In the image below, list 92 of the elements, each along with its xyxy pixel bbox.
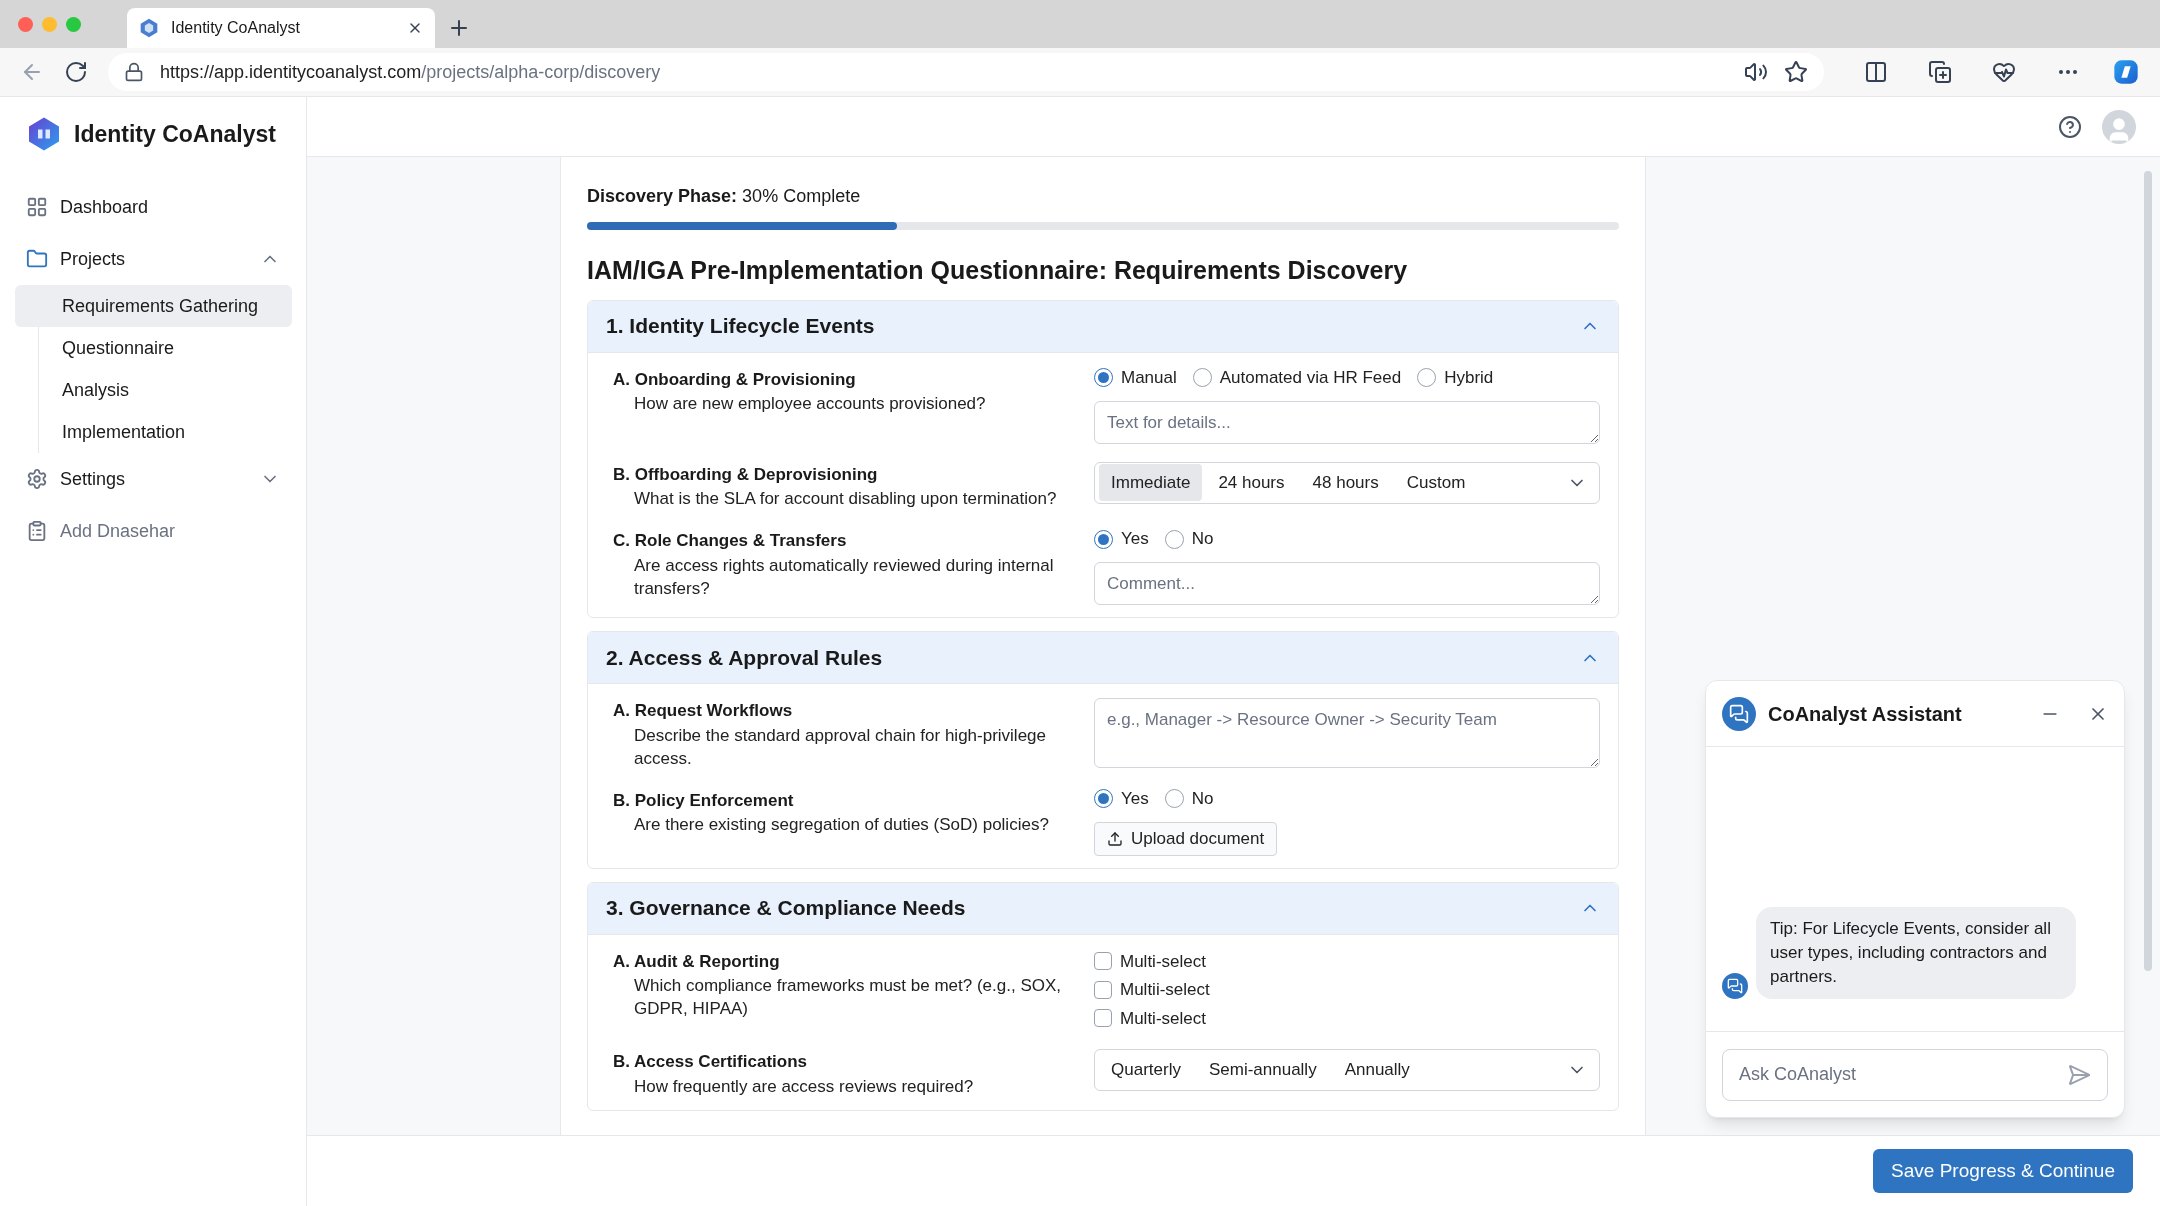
assistant-avatar-icon (1722, 973, 1748, 999)
question-description: How are new employee accounts provisioned? (633, 393, 987, 415)
url-field[interactable]: https://app.identitycoanalyst.com/projects/alpha-corp/discovery (108, 53, 1824, 91)
question-description: What is the SLA for account disabling upon termination? (633, 488, 1058, 510)
sidebar-subitem[interactable]: Analysis (15, 369, 292, 411)
question-label: A. Onboarding & Provisioning (613, 368, 857, 391)
radio-button[interactable] (1192, 368, 1212, 387)
select-field[interactable]: Quarterly Semi-annually Annually (1094, 1049, 1600, 1091)
checkbox-label: Multi-select (1120, 950, 1206, 973)
hexagon-logo-icon (26, 116, 62, 152)
clipboard-icon (26, 520, 48, 542)
radio-label: No (1191, 787, 1214, 810)
chat-title: CoAnalyst Assistant (1768, 701, 1963, 727)
checkbox-label: Multi-select (1120, 1007, 1206, 1030)
help-icon[interactable] (2058, 114, 2082, 139)
checkbox[interactable] (1094, 1009, 1112, 1028)
checkbox-label: Multii-select (1120, 979, 1210, 1001)
chat-input[interactable]: Ask CoAnalyst (1722, 1048, 2108, 1101)
reload-icon[interactable] (64, 60, 88, 84)
scrollbar[interactable] (2144, 171, 2152, 971)
radio-button[interactable] (1094, 789, 1113, 808)
select-option[interactable]: Immediate (1099, 463, 1203, 502)
section-header[interactable]: 2. Access & Approval Rules (588, 632, 1618, 684)
question-label: B. Policy Enforcement (613, 789, 795, 812)
text-area[interactable]: Text for details... (1094, 400, 1600, 444)
sidebar-item[interactable]: Projects (14, 233, 292, 285)
sidebar-item[interactable]: Settings (14, 453, 292, 505)
radio-button[interactable] (1094, 529, 1113, 549)
split-view-icon[interactable] (1864, 60, 1888, 84)
star-icon[interactable] (1784, 60, 1808, 84)
section-title: 3. Governance & Compliance Needs (606, 895, 966, 922)
gear-icon (26, 468, 48, 490)
collections-icon[interactable] (1928, 60, 1952, 84)
folder-icon (26, 248, 48, 270)
select-field[interactable]: Immediate 24 hours 48 hours Custom (1094, 461, 1600, 504)
sidebar-subitem[interactable]: Requirements Gathering (15, 285, 292, 327)
text-area[interactable]: e.g., Manager -> Resource Owner -> Security Team (1094, 698, 1600, 768)
question-label: B. Offboarding & Deprovisioning (613, 463, 879, 486)
sidebar-item[interactable]: Dashboard (14, 181, 292, 233)
upload-icon (1107, 830, 1123, 847)
copilot-icon[interactable] (2112, 58, 2140, 86)
radio-label: Manual (1121, 366, 1177, 389)
section-header[interactable]: 1. Identity Lifecycle Events (588, 300, 1618, 353)
chat-input-text[interactable]: Ask CoAnalyst (1739, 1061, 2067, 1088)
hexagon-logo-icon (139, 18, 159, 38)
page-title: IAM/IGA Pre-Implementation Questionnaire: Requirements Discovery (587, 255, 1409, 286)
lock-icon (124, 62, 144, 82)
select-option[interactable]: Annually (1332, 1051, 1422, 1089)
section-title: 2. Access & Approval Rules (606, 644, 883, 671)
question-description: Describe the standard approval chain for high-privilege access. (633, 724, 1047, 770)
section-title: 1. Identity Lifecycle Events (606, 313, 875, 340)
radio-label: Yes (1121, 787, 1149, 810)
chat-bubble-icon (1722, 696, 1756, 731)
radio-label: No (1191, 528, 1214, 551)
browser-tab[interactable]: Identity CoAnalyst (127, 8, 435, 48)
progress-label: Discovery Phase: 30% Complete (587, 186, 861, 206)
question-label: B. Access Certifications (613, 1051, 808, 1073)
radio-label: Hybrid (1444, 366, 1494, 389)
radio-label: Automated via HR Feed (1219, 366, 1402, 389)
section-header[interactable]: 3. Governance & Compliance Needs (588, 882, 1618, 935)
radio-label: Yes (1121, 528, 1149, 551)
question-description: Are access rights automatically reviewed during internal transfers? (633, 554, 1055, 600)
save-button[interactable]: Save Progress & Continue (1873, 1149, 2133, 1193)
chat-message: Tip: For Lifecycle Events, consider all user types, including contractors and partners. (1756, 907, 2076, 999)
select-option[interactable]: Semi-annually (1196, 1051, 1329, 1089)
select-option[interactable]: Custom (1394, 463, 1478, 502)
read-aloud-icon[interactable] (1744, 60, 1768, 84)
checkbox[interactable] (1094, 980, 1112, 999)
brand-name: Identity CoAnalyst (74, 119, 276, 149)
question-description: Which compliance frameworks must be met? (e.g., SOX, GDPR, HIPAA) (633, 975, 1063, 1020)
upload-button[interactable]: Upload document (1094, 821, 1278, 856)
question-label: A. Audit & Reporting (613, 950, 781, 973)
question-label: A. Request Workflows (613, 700, 794, 722)
checkbox[interactable] (1094, 952, 1112, 971)
sidebar-subitem[interactable]: Implementation (15, 411, 292, 453)
send-icon[interactable] (2067, 1062, 2091, 1087)
tab-title: Identity CoAnalyst (171, 18, 301, 38)
text-area[interactable]: Comment... (1094, 562, 1600, 605)
url-text: https://app.identitycoanalyst.com/projects/alpha-corp/discovery (160, 60, 661, 84)
select-option[interactable]: Quarterly (1099, 1051, 1193, 1089)
question-description: How frequently are access reviews required? (633, 1075, 975, 1098)
grid-icon (26, 196, 48, 218)
select-option[interactable]: 24 hours (1206, 463, 1297, 502)
radio-button[interactable] (1417, 368, 1437, 387)
select-option[interactable]: 48 hours (1300, 463, 1391, 502)
question-label: C. Role Changes & Transfers (613, 530, 848, 552)
radio-button[interactable] (1164, 789, 1184, 808)
question-description: Are there existing segregation of duties (SoD) policies? (633, 814, 1050, 836)
heart-pulse-icon[interactable] (1992, 60, 2016, 84)
radio-button[interactable] (1164, 529, 1184, 549)
radio-button[interactable] (1094, 368, 1113, 387)
sidebar-subitem[interactable]: Questionnaire (15, 327, 292, 369)
